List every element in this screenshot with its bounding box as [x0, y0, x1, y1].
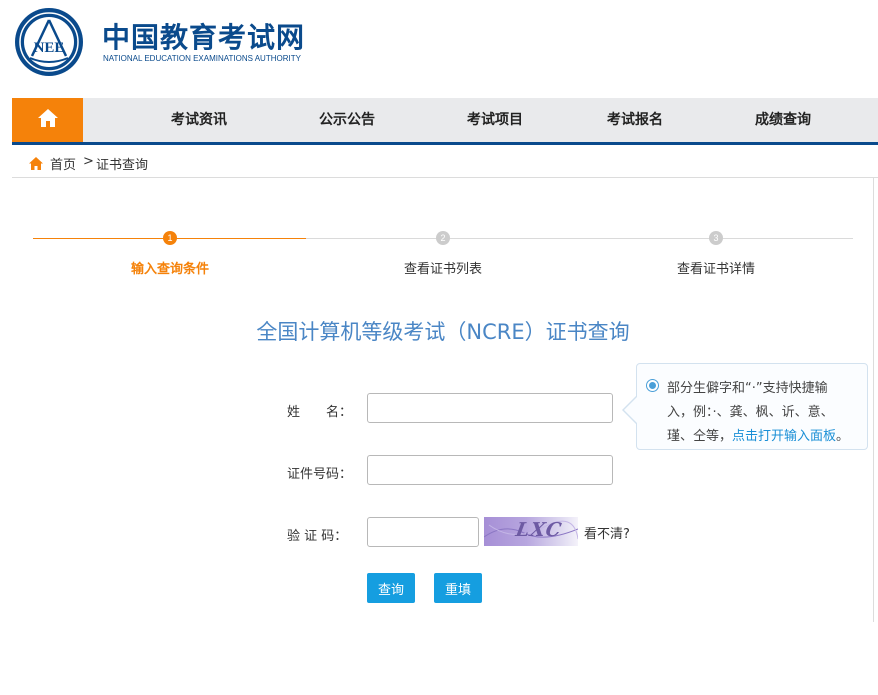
step-1-label: 输入查询条件 — [130, 262, 210, 277]
captcha-input[interactable] — [367, 517, 479, 547]
breadcrumb-separator: > — [83, 154, 94, 169]
nav-home-button[interactable] — [12, 98, 83, 142]
main-nav: 考试资讯 公示公告 考试项目 考试报名 成绩查询 — [12, 98, 878, 145]
captcha-refresh-link[interactable]: 看不清? — [584, 523, 630, 542]
step-3-label: 查看证书详情 — [676, 262, 756, 277]
tip-line-3-suffix: 。 — [836, 429, 850, 444]
name-label: 姓 名： — [287, 405, 353, 420]
captcha-image[interactable]: LXC — [484, 517, 578, 546]
home-icon — [37, 108, 59, 132]
tip-radio-icon — [646, 379, 659, 392]
breadcrumb-current: 证书查询 — [96, 158, 149, 173]
step-3-marker: 3 — [709, 231, 723, 245]
site-name: 中国教育考试网 — [102, 21, 306, 54]
logo-text: NEE — [34, 40, 65, 56]
tip-line-3: 瑾、仝等，点击打开输入面板。 — [667, 425, 849, 444]
step-1-marker: 1 — [163, 231, 177, 245]
site-name-en: NATIONAL EDUCATION EXAMINATIONS AUTHORIT… — [103, 54, 301, 63]
nav-item-announcements[interactable]: 公示公告 — [319, 98, 375, 142]
tip-line-1: 部分生僻字和“·”支持快捷输 — [667, 381, 828, 396]
id-number-label: 证件号码： — [287, 467, 353, 482]
tip-line-3-prefix: 瑾、仝等， — [667, 429, 733, 444]
captcha-label: 验 证 码： — [287, 529, 348, 544]
captcha-text: LXC — [514, 519, 564, 541]
site-logo[interactable]: NEE — [12, 6, 88, 78]
step-2-label: 查看证书列表 — [403, 262, 483, 277]
form-title: 全国计算机等级考试（NCRE）证书查询 — [256, 320, 630, 344]
breadcrumb-home-link[interactable]: 首页 — [50, 154, 76, 173]
nav-item-score-query[interactable]: 成绩查询 — [755, 98, 811, 142]
nav-item-exam-projects[interactable]: 考试项目 — [467, 98, 523, 142]
open-input-panel-link[interactable]: 点击打开输入面板 — [732, 429, 836, 444]
tip-arrow-fill — [624, 397, 637, 423]
tip-line-2: 入，例：·、龚、枫、䜣、意、 — [667, 405, 834, 420]
step-line-inactive — [306, 238, 853, 239]
breadcrumb: 首页 > 证书查询 — [12, 150, 878, 178]
nav-item-exam-registration[interactable]: 考试报名 — [607, 98, 663, 142]
nav-item-exam-news[interactable]: 考试资讯 — [171, 98, 227, 142]
reset-button[interactable]: 重填 — [434, 573, 482, 603]
query-button[interactable]: 查询 — [367, 573, 415, 603]
name-input[interactable] — [367, 393, 613, 423]
id-number-input[interactable] — [367, 455, 613, 485]
home-icon — [28, 156, 44, 175]
content-border — [873, 178, 874, 622]
step-2-marker: 2 — [436, 231, 450, 245]
